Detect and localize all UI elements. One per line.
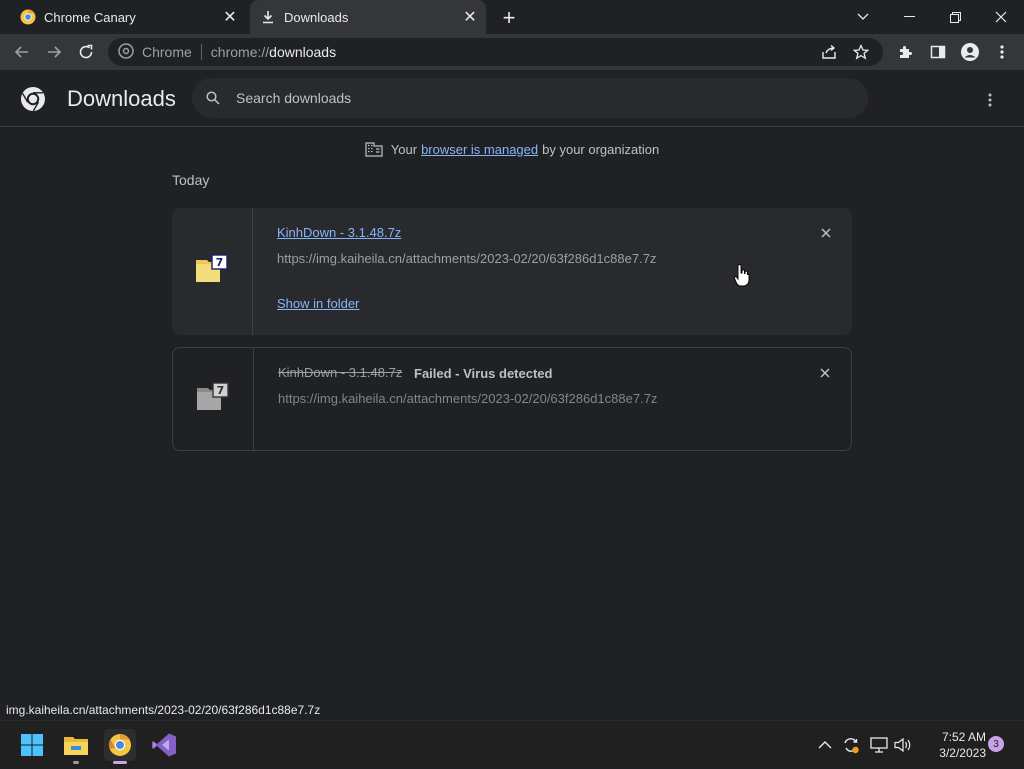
tab-title: Downloads bbox=[284, 9, 349, 25]
file-name-link[interactable]: KinhDown - 3.1.48.7z bbox=[277, 225, 401, 240]
volume-speaker-icon[interactable] bbox=[894, 721, 912, 769]
windows-taskbar: 7:52 AM 3/2/2023 bbox=[0, 720, 1024, 768]
close-tab-icon[interactable]: ✕ bbox=[460, 7, 480, 27]
download-item: 7 KinhDown - 3.1.48.7z Failed - Virus de… bbox=[172, 347, 852, 451]
system-clock[interactable]: 7:52 AM 3/2/2023 bbox=[922, 729, 986, 761]
tab-strip: Chrome Canary ✕ Downloads ✕ + bbox=[0, 0, 1024, 34]
chrome-site-icon bbox=[118, 42, 134, 62]
network-ethernet-icon[interactable] bbox=[870, 721, 888, 769]
arrow-right-icon bbox=[48, 46, 62, 58]
search-icon[interactable] bbox=[204, 91, 222, 105]
search-downloads-box[interactable] bbox=[192, 78, 868, 118]
tab-downloads[interactable]: Downloads ✕ bbox=[250, 0, 486, 34]
divider bbox=[200, 44, 202, 60]
hand-cursor-icon bbox=[734, 264, 750, 293]
remove-download-icon[interactable] bbox=[817, 365, 833, 381]
file-icon-column: 7 bbox=[173, 348, 254, 450]
sync-update-icon[interactable] bbox=[842, 721, 860, 769]
forward-button[interactable] bbox=[38, 38, 70, 66]
extensions-puzzle-icon[interactable] bbox=[890, 38, 922, 66]
share-icon[interactable] bbox=[813, 44, 845, 60]
chrome-canary-taskbar-icon[interactable] bbox=[104, 729, 136, 764]
7z-archive-file-icon: 7 bbox=[195, 254, 229, 289]
7z-archive-file-icon: 7 bbox=[196, 381, 230, 417]
building-icon bbox=[365, 141, 383, 157]
arrow-left-icon bbox=[14, 46, 28, 58]
site-label: Chrome bbox=[142, 44, 192, 60]
reload-icon bbox=[79, 44, 93, 59]
close-tab-icon[interactable]: ✕ bbox=[220, 7, 240, 27]
tab-search-chevron-icon[interactable] bbox=[840, 0, 886, 34]
running-indicator bbox=[73, 761, 79, 764]
back-button[interactable] bbox=[6, 38, 38, 66]
chrome-menu-icon[interactable] bbox=[986, 38, 1018, 66]
address-bar[interactable]: Chrome chrome:// downloads bbox=[108, 38, 883, 66]
remove-download-icon[interactable] bbox=[818, 225, 834, 241]
active-indicator bbox=[113, 761, 127, 764]
restore-button[interactable] bbox=[932, 0, 978, 34]
chrome-canary-icon bbox=[20, 9, 36, 25]
downloads-header: Downloads bbox=[0, 70, 1024, 127]
close-window-button[interactable] bbox=[978, 0, 1024, 34]
download-item: 7 KinhDown - 3.1.48.7z https://img.kaihe… bbox=[172, 208, 852, 335]
window-controls bbox=[840, 0, 1024, 34]
chrome-logo-icon bbox=[20, 86, 46, 112]
url-scheme: chrome:// bbox=[210, 44, 270, 60]
show-in-folder-link[interactable]: Show in folder bbox=[277, 296, 359, 311]
more-actions-icon[interactable] bbox=[978, 88, 1002, 112]
date-section-label: Today bbox=[172, 172, 210, 188]
managed-notice: Your browser is managed by your organiza… bbox=[0, 139, 1024, 159]
svg-text:7: 7 bbox=[217, 384, 225, 397]
windows-start-icon[interactable] bbox=[16, 729, 48, 761]
url-host: downloads bbox=[269, 44, 337, 60]
minimize-button[interactable] bbox=[886, 0, 932, 34]
file-explorer-icon[interactable] bbox=[60, 729, 92, 764]
managed-link[interactable]: browser is managed bbox=[421, 142, 538, 157]
managed-suffix: by your organization bbox=[542, 141, 660, 157]
clock-date: 3/2/2023 bbox=[939, 746, 986, 760]
download-status: Failed - Virus detected bbox=[414, 366, 553, 381]
file-name: KinhDown - 3.1.48.7z bbox=[278, 365, 403, 380]
browser-toolbar: Chrome chrome:// downloads bbox=[0, 34, 1024, 70]
file-icon-column: 7 bbox=[172, 208, 253, 335]
page-title: Downloads bbox=[67, 86, 176, 111]
source-url: https://img.kaiheila.cn/attachments/2023… bbox=[278, 391, 658, 406]
visual-studio-icon[interactable] bbox=[148, 729, 180, 761]
reload-button[interactable] bbox=[70, 38, 102, 66]
side-panel-icon[interactable] bbox=[922, 38, 954, 66]
tab-chrome-canary[interactable]: Chrome Canary ✕ bbox=[8, 0, 246, 34]
bookmark-star-icon[interactable] bbox=[845, 44, 877, 60]
tab-title: Chrome Canary bbox=[44, 9, 136, 25]
source-url: https://img.kaiheila.cn/attachments/2023… bbox=[277, 251, 657, 266]
download-icon bbox=[260, 9, 276, 25]
profile-avatar-icon[interactable] bbox=[954, 38, 986, 66]
managed-prefix: Your bbox=[390, 141, 418, 157]
search-input[interactable] bbox=[236, 90, 796, 106]
notification-count-badge[interactable]: 3 bbox=[988, 736, 1004, 752]
status-bar-url: img.kaiheila.cn/attachments/2023-02/20/6… bbox=[0, 700, 327, 720]
show-hidden-icons-chevron-icon[interactable] bbox=[818, 721, 832, 769]
svg-text:7: 7 bbox=[216, 256, 224, 269]
new-tab-button[interactable]: + bbox=[498, 5, 520, 30]
clock-time: 7:52 AM bbox=[941, 730, 986, 744]
